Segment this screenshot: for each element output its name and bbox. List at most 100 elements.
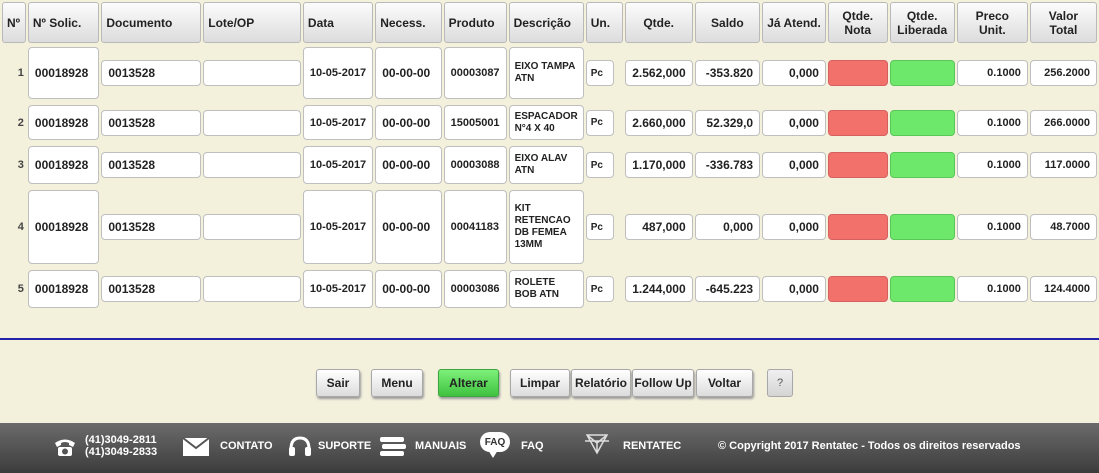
- un-field[interactable]: Pc: [585, 109, 614, 136]
- descricao-field[interactable]: ESPACADOR N°4 X 40: [508, 105, 584, 140]
- descricao-field[interactable]: EIXO TAMPA ATN: [508, 47, 584, 99]
- saldo-field[interactable]: 0,000: [694, 214, 761, 240]
- preco-unit-field[interactable]: 0.1000: [956, 60, 1028, 86]
- limpar-button[interactable]: Limpar: [510, 369, 570, 397]
- qtde-liberada-field[interactable]: [889, 60, 955, 86]
- data-field[interactable]: 10-05-2017: [302, 47, 374, 99]
- preco-unit-field-value: 0.1000: [987, 116, 1021, 129]
- solic-field[interactable]: 00018928: [27, 47, 100, 99]
- qtde-field[interactable]: 2.660,000: [624, 109, 693, 136]
- descricao-field[interactable]: EIXO ALAV ATN: [508, 146, 584, 184]
- alterar-button[interactable]: Alterar: [438, 369, 499, 397]
- solic-field[interactable]: 00018928: [27, 105, 100, 140]
- un-field[interactable]: Pc: [585, 214, 614, 240]
- produto-field[interactable]: 15005001: [443, 105, 507, 140]
- qtde-nota-field[interactable]: [827, 276, 888, 302]
- data-field[interactable]: 10-05-2017: [302, 146, 374, 184]
- data-field[interactable]: 10-05-2017: [302, 270, 374, 308]
- qtde-liberada-field[interactable]: [889, 109, 955, 136]
- documento-field[interactable]: 0013528: [101, 60, 202, 86]
- documento-field[interactable]: 0013528: [101, 214, 202, 240]
- lote-field[interactable]: [203, 152, 301, 178]
- valor-total-field[interactable]: 256.2000: [1029, 60, 1097, 86]
- documento-field[interactable]: 0013528: [101, 152, 202, 178]
- sair-button[interactable]: Sair: [316, 369, 360, 397]
- un-field[interactable]: Pc: [585, 60, 614, 86]
- necess-field[interactable]: 00-00-00: [375, 105, 442, 140]
- produto-field[interactable]: 00041183: [443, 190, 507, 264]
- contato-link[interactable]: CONTATO: [220, 440, 273, 452]
- documento-field[interactable]: 0013528: [101, 276, 202, 302]
- saldo-field[interactable]: -353.820: [694, 60, 761, 86]
- solic-field[interactable]: 00018928: [27, 190, 100, 264]
- ja-atend-field[interactable]: 0,000: [762, 109, 826, 136]
- solic-field-cell: 00018928: [27, 268, 100, 310]
- qtde-liberada-field[interactable]: [889, 152, 955, 178]
- ja-atend-field[interactable]: 0,000: [762, 152, 826, 178]
- necess-field[interactable]: 00-00-00: [375, 47, 442, 99]
- produto-field[interactable]: 00003087: [443, 47, 507, 99]
- data-field[interactable]: 10-05-2017: [302, 190, 374, 264]
- documento-field[interactable]: 0013528: [101, 109, 202, 136]
- ja-atend-field[interactable]: 0,000: [762, 214, 826, 240]
- lote-field[interactable]: [203, 60, 301, 86]
- ja-atend-field[interactable]: 0,000: [762, 276, 826, 302]
- qtde-field[interactable]: 2.562,000: [624, 60, 693, 86]
- valor-total-field[interactable]: 48.7000: [1029, 214, 1097, 240]
- solic-field[interactable]: 00018928: [27, 270, 100, 308]
- relatorio-button[interactable]: Relatório: [571, 369, 631, 397]
- produto-field[interactable]: 00003088: [443, 146, 507, 184]
- faq-link[interactable]: FAQ: [521, 440, 544, 452]
- preco-unit-field[interactable]: 0.1000: [956, 214, 1028, 240]
- necess-field[interactable]: 00-00-00: [375, 190, 442, 264]
- qtde-field[interactable]: 1.244,000: [624, 276, 693, 302]
- follow-up-button[interactable]: Follow Up: [632, 369, 694, 397]
- rentatec-link[interactable]: RENTATEC: [623, 440, 681, 452]
- qtde-nota-field[interactable]: [827, 214, 888, 240]
- help-button[interactable]: ?: [767, 369, 793, 397]
- qtde-liberada-field[interactable]: [889, 214, 955, 240]
- qtde-liberada-field[interactable]: [889, 276, 955, 302]
- un-field[interactable]: Pc: [585, 276, 614, 302]
- preco-unit-field[interactable]: 0.1000: [956, 152, 1028, 178]
- menu-button[interactable]: Menu: [371, 369, 423, 397]
- descricao-field[interactable]: ROLETE BOB ATN: [508, 270, 584, 308]
- necess-field[interactable]: 00-00-00: [375, 270, 442, 308]
- saldo-field[interactable]: 52.329,0: [694, 109, 761, 136]
- produto-field-cell: 15005001: [443, 103, 507, 142]
- qtde-nota-field[interactable]: [827, 152, 888, 178]
- qtde-nota-field[interactable]: [827, 60, 888, 86]
- col-header-preco-unit: Preco Unit.: [956, 2, 1028, 43]
- data-field[interactable]: 10-05-2017: [302, 105, 374, 140]
- phone-number-2: (41)3049-2833: [85, 446, 158, 458]
- valor-total-field[interactable]: 117.0000: [1029, 152, 1097, 178]
- preco-unit-field[interactable]: 0.1000: [956, 276, 1028, 302]
- descricao-field-cell: EIXO TAMPA ATN: [508, 45, 584, 101]
- un-field-cell: Pc: [585, 45, 623, 101]
- saldo-field[interactable]: -336.783: [694, 152, 761, 178]
- valor-total-field[interactable]: 266.0000: [1029, 109, 1097, 136]
- col-header-solic: Nº Solic.: [27, 2, 100, 43]
- solic-field[interactable]: 00018928: [27, 146, 100, 184]
- qtde-nota-field[interactable]: [827, 109, 888, 136]
- saldo-field[interactable]: -645.223: [694, 276, 761, 302]
- produto-field[interactable]: 00003086: [443, 270, 507, 308]
- lote-field[interactable]: [203, 276, 301, 302]
- lote-field[interactable]: [203, 109, 301, 136]
- voltar-button[interactable]: Voltar: [696, 369, 753, 397]
- necess-field[interactable]: 00-00-00: [375, 146, 442, 184]
- valor-total-field[interactable]: 124.4000: [1029, 276, 1097, 302]
- manuais-link[interactable]: MANUAIS: [415, 440, 466, 452]
- preco-unit-field[interactable]: 0.1000: [956, 109, 1028, 136]
- ja-atend-field-value: 0,000: [788, 158, 819, 172]
- qtde-field-cell: 1.244,000: [624, 268, 693, 310]
- lote-field[interactable]: [203, 214, 301, 240]
- un-field[interactable]: Pc: [585, 152, 614, 178]
- suporte-link[interactable]: SUPORTE: [318, 440, 371, 452]
- qtde-field[interactable]: 487,000: [624, 214, 693, 240]
- col-header-n: Nº: [2, 2, 26, 43]
- qtde-field[interactable]: 1.170,000: [624, 152, 693, 178]
- data-field-cell: 10-05-2017: [302, 144, 374, 186]
- ja-atend-field[interactable]: 0,000: [762, 60, 826, 86]
- descricao-field[interactable]: KIT RETENCAO DB FEMEA 13MM: [508, 190, 584, 264]
